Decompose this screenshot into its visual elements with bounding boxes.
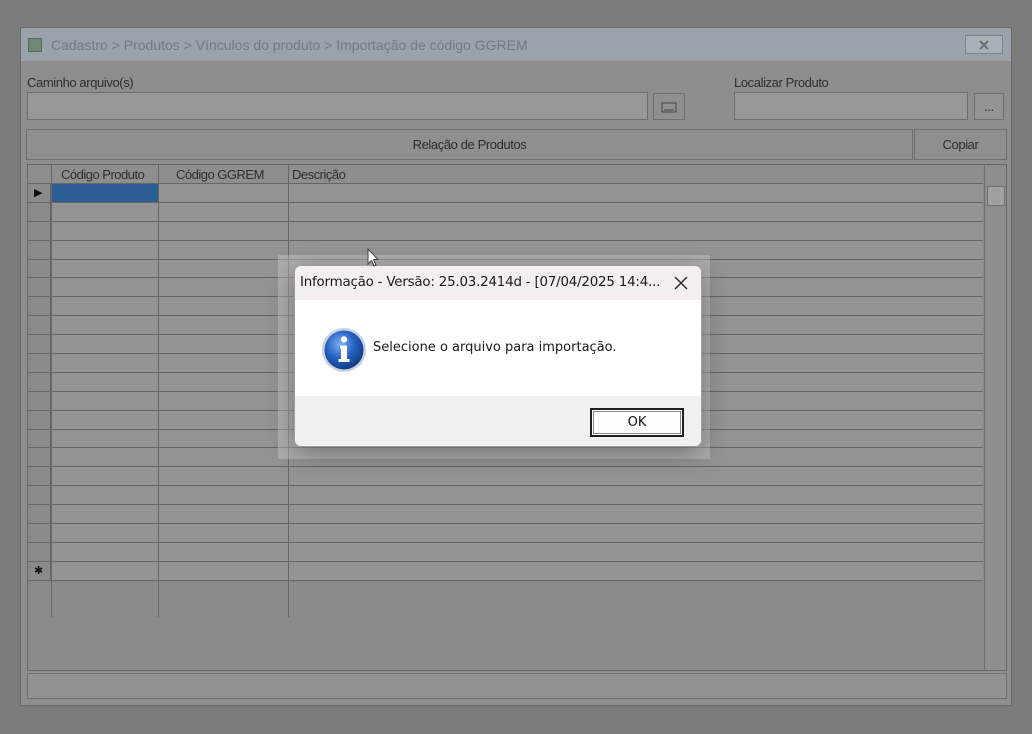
file-path-input[interactable] — [27, 92, 648, 120]
product-search-label: Localizar Produto — [734, 75, 829, 90]
row-selector[interactable] — [28, 372, 51, 391]
row-selector[interactable] — [28, 542, 51, 561]
mouse-cursor-icon — [367, 248, 380, 267]
status-bar — [27, 673, 1007, 699]
info-dialog: Informação - Versão: 25.03.2414d - [07/0… — [294, 265, 702, 447]
row-selector[interactable] — [28, 448, 51, 467]
row-selector[interactable] — [28, 297, 51, 316]
row-selector[interactable] — [28, 240, 51, 259]
scrollbar-thumb[interactable] — [987, 186, 1005, 206]
row-selector[interactable]: ▶ — [28, 184, 51, 202]
row-selector[interactable]: ✱ — [28, 561, 51, 580]
row-selector[interactable] — [28, 259, 51, 278]
table-row[interactable]: ▶ — [28, 184, 983, 203]
row-selector[interactable] — [28, 410, 51, 429]
table-row[interactable] — [28, 524, 983, 543]
browse-file-button[interactable] — [653, 93, 685, 120]
copy-button[interactable]: Copiar — [914, 129, 1007, 160]
row-selector[interactable] — [28, 429, 51, 448]
close-icon — [979, 39, 989, 50]
dialog-close-button[interactable] — [665, 272, 697, 294]
row-selector[interactable] — [28, 391, 51, 410]
product-search-input[interactable] — [734, 92, 968, 120]
grid-vertical-scrollbar[interactable] — [984, 165, 1006, 670]
dialog-body: Selecione o arquivo para importação. — [295, 300, 701, 396]
row-selector[interactable] — [28, 486, 51, 505]
selected-cell[interactable] — [52, 184, 158, 202]
file-path-label: Caminho arquivo(s) — [27, 75, 134, 90]
window-titlebar: Cadastro > Produtos > Vínculos do produt… — [21, 28, 1011, 61]
dialog-title: Informação - Versão: 25.03.2414d - [07/0… — [300, 275, 661, 290]
window-title: Cadastro > Produtos > Vínculos do produt… — [51, 37, 528, 53]
dialog-message: Selecione o arquivo para importação. — [373, 340, 617, 355]
row-selector[interactable] — [28, 505, 51, 524]
dialog-footer: OK — [295, 396, 701, 446]
new-row-marker-icon: ✱ — [34, 564, 44, 577]
row-selector[interactable] — [28, 316, 51, 335]
column-header-codigo-produto[interactable]: Código Produto — [61, 167, 145, 182]
table-row[interactable] — [28, 542, 983, 562]
row-selector[interactable] — [28, 354, 51, 372]
row-selector[interactable] — [28, 278, 51, 297]
app-icon — [28, 38, 42, 52]
table-row[interactable] — [28, 467, 983, 487]
info-icon — [322, 328, 366, 372]
table-row[interactable] — [28, 202, 983, 222]
row-selector[interactable] — [28, 221, 51, 240]
ok-button[interactable]: OK — [590, 408, 684, 437]
row-selector[interactable] — [28, 202, 51, 221]
row-selector[interactable] — [28, 524, 51, 542]
row-selector[interactable] — [28, 335, 51, 354]
product-search-button[interactable]: ... — [974, 93, 1004, 120]
window-close-button[interactable] — [965, 35, 1003, 54]
table-row[interactable] — [28, 221, 983, 241]
column-header-codigo-ggrem[interactable]: Código GGREM — [176, 167, 264, 182]
close-icon — [674, 276, 688, 290]
row-selector[interactable] — [28, 467, 51, 486]
column-header-descricao[interactable]: Descrição — [292, 167, 346, 182]
table-row[interactable]: ✱ — [28, 561, 983, 581]
table-row[interactable] — [28, 505, 983, 525]
grid-header: Código Produto Código GGREM Descrição — [28, 165, 983, 184]
current-row-marker-icon: ▶ — [34, 187, 43, 199]
folder-browse-icon — [661, 102, 677, 112]
dialog-titlebar: Informação - Versão: 25.03.2414d - [07/0… — [295, 266, 701, 300]
table-row[interactable] — [28, 486, 983, 506]
product-list-button[interactable]: Relação de Produtos — [26, 129, 913, 160]
